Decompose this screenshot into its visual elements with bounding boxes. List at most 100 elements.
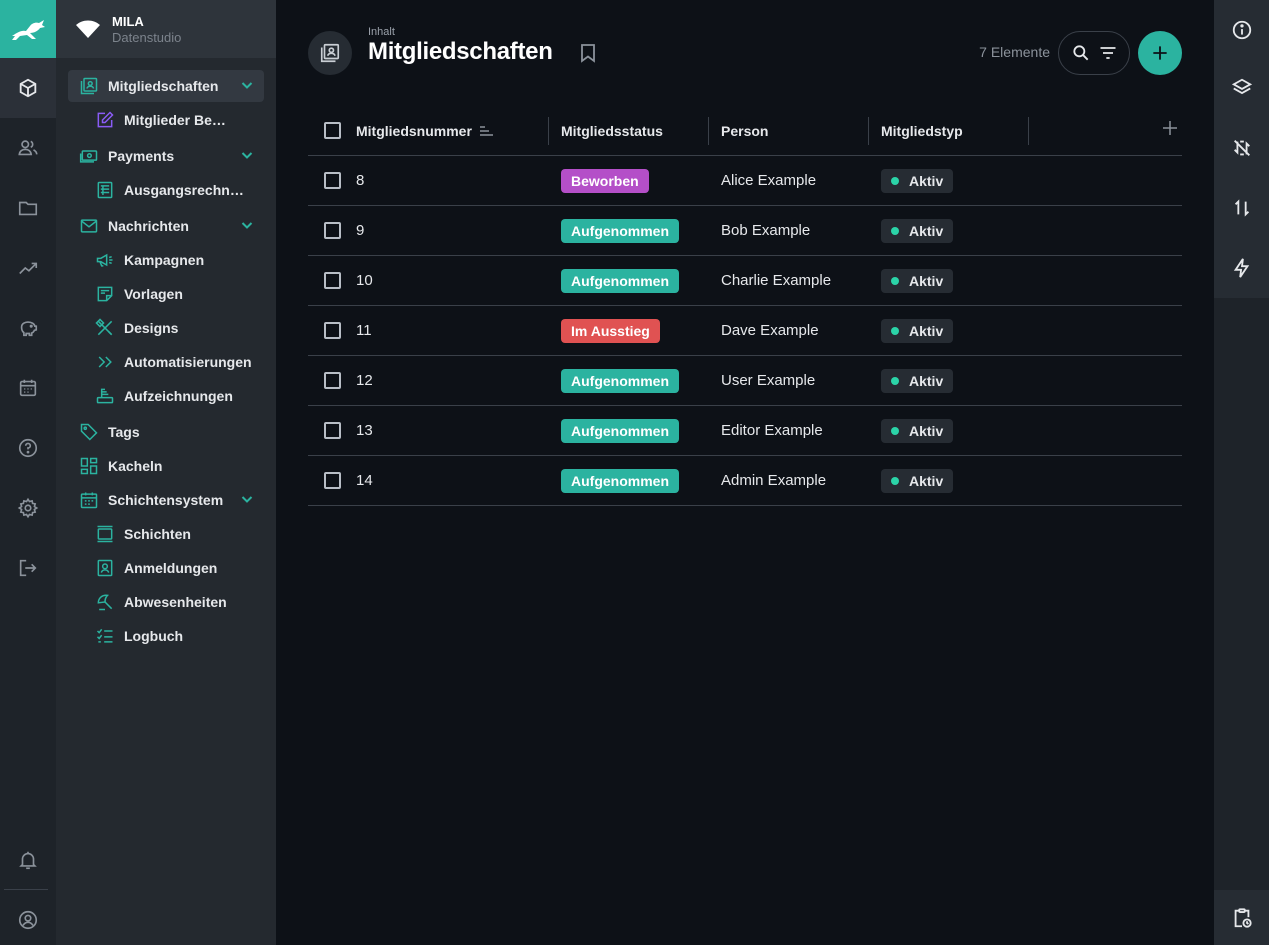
sort-icon[interactable] <box>479 125 495 137</box>
sidebar-item-kacheln[interactable]: Kacheln <box>68 450 264 482</box>
column-header-mitgliedsstatus[interactable]: Mitgliedsstatus <box>561 123 663 139</box>
sidebar-item-label: Automatisierungen <box>124 354 252 370</box>
table-row[interactable]: 9 Aufgenommen Bob Example Aktiv <box>308 206 1182 256</box>
select-all-checkbox[interactable] <box>324 122 341 139</box>
row-checkbox[interactable] <box>324 272 341 289</box>
sidebar-item-schichtensystem[interactable]: Schichtensystem <box>68 484 264 516</box>
row-checkbox[interactable] <box>324 472 341 489</box>
column-divider[interactable] <box>1028 117 1029 145</box>
sidebar: MILA Datenstudio Mitgliedschaften Mitgli… <box>56 0 276 945</box>
bolt-icon <box>1233 258 1249 278</box>
sidebar-item-designs[interactable]: Designs <box>94 312 266 344</box>
row-checkbox[interactable] <box>324 172 341 189</box>
rail-help-button[interactable] <box>0 418 56 478</box>
plus-icon <box>1153 46 1167 60</box>
type-chip: Aktiv <box>881 219 954 243</box>
tag-icon <box>78 421 100 443</box>
sidebar-item-label: Mitgliedschaften <box>108 78 219 94</box>
table-row[interactable]: 12 Aufgenommen User Example Aktiv <box>308 356 1182 406</box>
column-header-mitgliedsnummer[interactable]: Mitgliedsnummer <box>356 123 472 139</box>
rail-settings-button[interactable] <box>0 478 56 538</box>
cell-number: 11 <box>356 322 372 339</box>
sidebar-item-schichten[interactable]: Schichten <box>94 518 266 550</box>
sidebar-item-payments[interactable]: Payments <box>68 140 264 172</box>
info-button[interactable] <box>1214 0 1269 60</box>
type-label: Aktiv <box>909 223 944 239</box>
type-label: Aktiv <box>909 173 944 189</box>
column-header-person[interactable]: Person <box>721 123 768 139</box>
rail-logout-button[interactable] <box>0 538 56 598</box>
sidebar-item-anmeldungen[interactable]: Anmeldungen <box>94 552 266 584</box>
sidebar-item-nachrichten[interactable]: Nachrichten <box>68 210 264 242</box>
sidebar-item-label: Tags <box>108 424 140 440</box>
sidebar-item-vorlagen[interactable]: Vorlagen <box>94 278 266 310</box>
row-checkbox[interactable] <box>324 422 341 439</box>
add-item-button[interactable] <box>1138 31 1182 75</box>
piggy-bank-icon <box>20 321 38 337</box>
wifi-icon <box>74 17 102 41</box>
rail-insights-button[interactable] <box>0 238 56 298</box>
bookmark-icon[interactable] <box>579 43 597 63</box>
type-label: Aktiv <box>909 423 944 439</box>
sidebar-item-mitgliedschaften[interactable]: Mitgliedschaften <box>68 70 264 102</box>
column-divider[interactable] <box>868 117 869 145</box>
history-button[interactable] <box>1214 890 1269 945</box>
rail-notifications-button[interactable] <box>0 830 56 890</box>
rail-files-button[interactable] <box>0 178 56 238</box>
chevron-down-icon[interactable] <box>240 148 254 162</box>
sidebar-item-kampagnen[interactable]: Kampagnen <box>94 244 266 276</box>
sidebar-item-logbuch[interactable]: Logbuch <box>94 620 266 652</box>
sidebar-item-label: Schichtensystem <box>108 492 224 508</box>
workspace-switcher[interactable]: MILA Datenstudio <box>56 0 276 58</box>
status-badge: Aufgenommen <box>561 269 679 293</box>
cell-person: Admin Example <box>721 472 827 489</box>
type-label: Aktiv <box>909 273 944 289</box>
table-row[interactable]: 13 Aufgenommen Editor Example Aktiv <box>308 406 1182 456</box>
sidebar-item-abwesenheiten[interactable]: Abwesenheiten <box>94 586 266 618</box>
sidebar-item-aufzeichnungen[interactable]: Aufzeichnungen <box>94 380 266 412</box>
column-divider[interactable] <box>548 117 549 145</box>
help-icon <box>18 438 38 458</box>
type-chip: Aktiv <box>881 369 954 393</box>
sync-off-icon <box>1233 140 1250 156</box>
status-badge: Aufgenommen <box>561 219 679 243</box>
sidebar-item-ausgangsrechnungen[interactable]: Ausgangsrechnungen <box>94 174 266 206</box>
breadcrumb[interactable]: Inhalt <box>368 26 395 38</box>
chevron-down-icon[interactable] <box>240 492 254 506</box>
search-icon[interactable] <box>1071 43 1091 63</box>
table-row[interactable]: 14 Aufgenommen Admin Example Aktiv <box>308 456 1182 506</box>
app-logo[interactable] <box>0 0 56 58</box>
sidebar-item-mitglieder-bewerbungen[interactable]: Mitglieder Bewerbungen <box>94 104 266 136</box>
sync-off-button[interactable] <box>1214 118 1269 178</box>
chevron-down-icon[interactable] <box>240 78 254 92</box>
cell-number: 9 <box>356 222 365 239</box>
filter-icon[interactable] <box>1098 43 1118 63</box>
row-checkbox[interactable] <box>324 222 341 239</box>
table-row[interactable]: 11 Im Ausstieg Dave Example Aktiv <box>308 306 1182 356</box>
mail-icon <box>78 215 100 237</box>
add-column-icon[interactable] <box>1162 120 1178 136</box>
right-rail <box>1214 0 1269 945</box>
shifts-icon <box>94 523 116 545</box>
chevron-down-icon[interactable] <box>240 218 254 232</box>
rail-users-button[interactable] <box>0 118 56 178</box>
type-chip: Aktiv <box>881 269 954 293</box>
rail-content-button[interactable] <box>0 58 56 118</box>
status-dot <box>891 277 899 285</box>
status-dot <box>891 327 899 335</box>
column-header-mitgliedstyp[interactable]: Mitgliedstyp <box>881 123 963 139</box>
rail-finance-button[interactable] <box>0 298 56 358</box>
row-checkbox[interactable] <box>324 322 341 339</box>
rail-account-button[interactable] <box>0 890 56 945</box>
layers-button[interactable] <box>1214 58 1269 118</box>
row-checkbox[interactable] <box>324 372 341 389</box>
table-row[interactable]: 10 Aufgenommen Charlie Example Aktiv <box>308 256 1182 306</box>
sidebar-item-tags[interactable]: Tags <box>68 416 264 448</box>
money-icon <box>78 145 100 167</box>
table-row[interactable]: 8 Beworben Alice Example Aktiv <box>308 156 1182 206</box>
actions-button[interactable] <box>1214 238 1269 298</box>
sidebar-item-automatisierungen[interactable]: Automatisierungen <box>94 346 266 378</box>
sort-button[interactable] <box>1214 178 1269 238</box>
column-divider[interactable] <box>708 117 709 145</box>
rail-calendar-button[interactable] <box>0 358 56 418</box>
